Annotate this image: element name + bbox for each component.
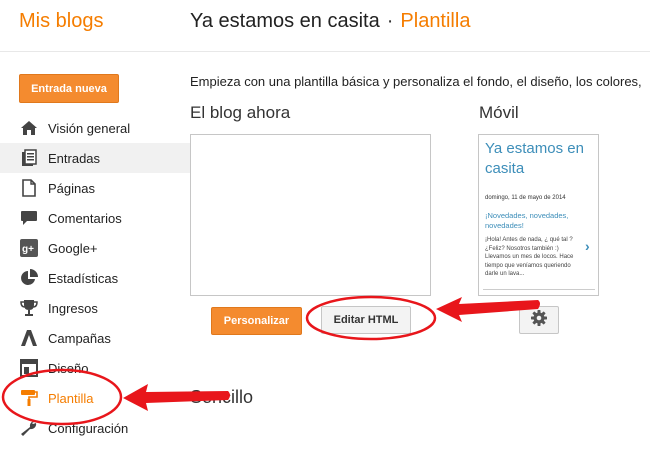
sidebar-item-overview[interactable]: Visión general — [0, 113, 190, 143]
sidebar-item-label: Páginas — [48, 180, 95, 196]
mobile-preview-title: Ya estamos en casita — [485, 140, 584, 177]
sidebar-item-label: Comentarios — [48, 210, 122, 226]
mobile-preview-date: domingo, 11 de mayo de 2014 — [485, 195, 566, 201]
sidebar-item-layout[interactable]: Diseño — [0, 353, 190, 383]
title-separator: · — [386, 10, 394, 32]
sidebar-item-label: Visión general — [48, 120, 131, 136]
sidebar-item-google-plus[interactable]: g+ Google+ — [0, 233, 190, 263]
mobile-settings-button[interactable] — [519, 306, 559, 334]
sidebar-item-stats[interactable]: Estadísticas — [0, 263, 190, 293]
sidebar-item-label: Configuración — [48, 420, 129, 436]
chevron-right-icon: › — [585, 238, 590, 254]
sidebar-item-label: Ingresos — [48, 300, 98, 316]
home-icon — [19, 118, 39, 138]
mobile-heading: Móvil — [479, 103, 519, 122]
header-divider — [0, 51, 650, 52]
blog-preview[interactable] — [190, 134, 431, 296]
gear-icon — [531, 309, 547, 331]
svg-text:g+: g+ — [22, 244, 34, 255]
sidebar-item-label: Google+ — [48, 240, 98, 256]
sidebar-item-settings[interactable]: Configuración — [0, 413, 190, 443]
customize-button[interactable]: Personalizar — [211, 307, 302, 335]
sidebar-item-label: Estadísticas — [48, 270, 119, 286]
sidebar-item-pages[interactable]: Páginas — [0, 173, 190, 203]
posts-icon — [19, 148, 39, 168]
sidebar-item-label: Entradas — [48, 150, 101, 166]
sidebar-item-earnings[interactable]: Ingresos — [0, 293, 190, 323]
new-post-button[interactable]: Entrada nueva — [19, 74, 119, 103]
sidebar-item-label: Plantilla — [48, 390, 94, 406]
mobile-preview-divider — [483, 289, 595, 290]
comments-icon — [19, 208, 39, 228]
simple-template-heading: Sencillo — [190, 387, 254, 407]
blog-now-heading: El blog ahora — [190, 103, 291, 122]
wrench-icon — [19, 418, 39, 438]
sidebar-item-label: Campañas — [48, 330, 111, 346]
sidebar-item-template[interactable]: Plantilla — [0, 383, 190, 413]
sidebar-item-campaigns[interactable]: Campañas — [0, 323, 190, 353]
sidebar-item-comments[interactable]: Comentarios — [0, 203, 190, 233]
brand-title[interactable]: Mis blogs — [19, 10, 103, 33]
mobile-preview-post-title: ¡Novedades, novedades, novedades! — [485, 211, 569, 230]
blog-name: Ya estamos en casita — [190, 10, 380, 32]
section-name: Plantilla — [400, 10, 471, 32]
mobile-preview-post-text: ¡Hola! Antes de nada, ¿ qué tal ? ¿Feliz… — [485, 237, 574, 277]
paint-roller-icon — [19, 388, 39, 408]
adwords-icon — [19, 328, 39, 348]
sidebar-nav: Visión general Entradas Páginas Comentar… — [0, 113, 190, 443]
intro-text: Empieza con una plantilla básica y perso… — [190, 74, 642, 89]
trophy-icon — [19, 298, 39, 318]
google-plus-icon: g+ — [19, 238, 39, 258]
mobile-preview[interactable]: Ya estamos en casita domingo, 11 de mayo… — [478, 134, 599, 296]
pie-chart-icon — [19, 268, 39, 288]
sidebar-item-label: Diseño — [48, 360, 89, 376]
layout-icon — [19, 358, 39, 378]
pages-icon — [19, 178, 39, 198]
edit-html-button[interactable]: Editar HTML — [321, 306, 411, 334]
page-title: Ya estamos en casita · Plantilla — [190, 10, 470, 33]
sidebar-item-posts[interactable]: Entradas — [0, 143, 190, 173]
